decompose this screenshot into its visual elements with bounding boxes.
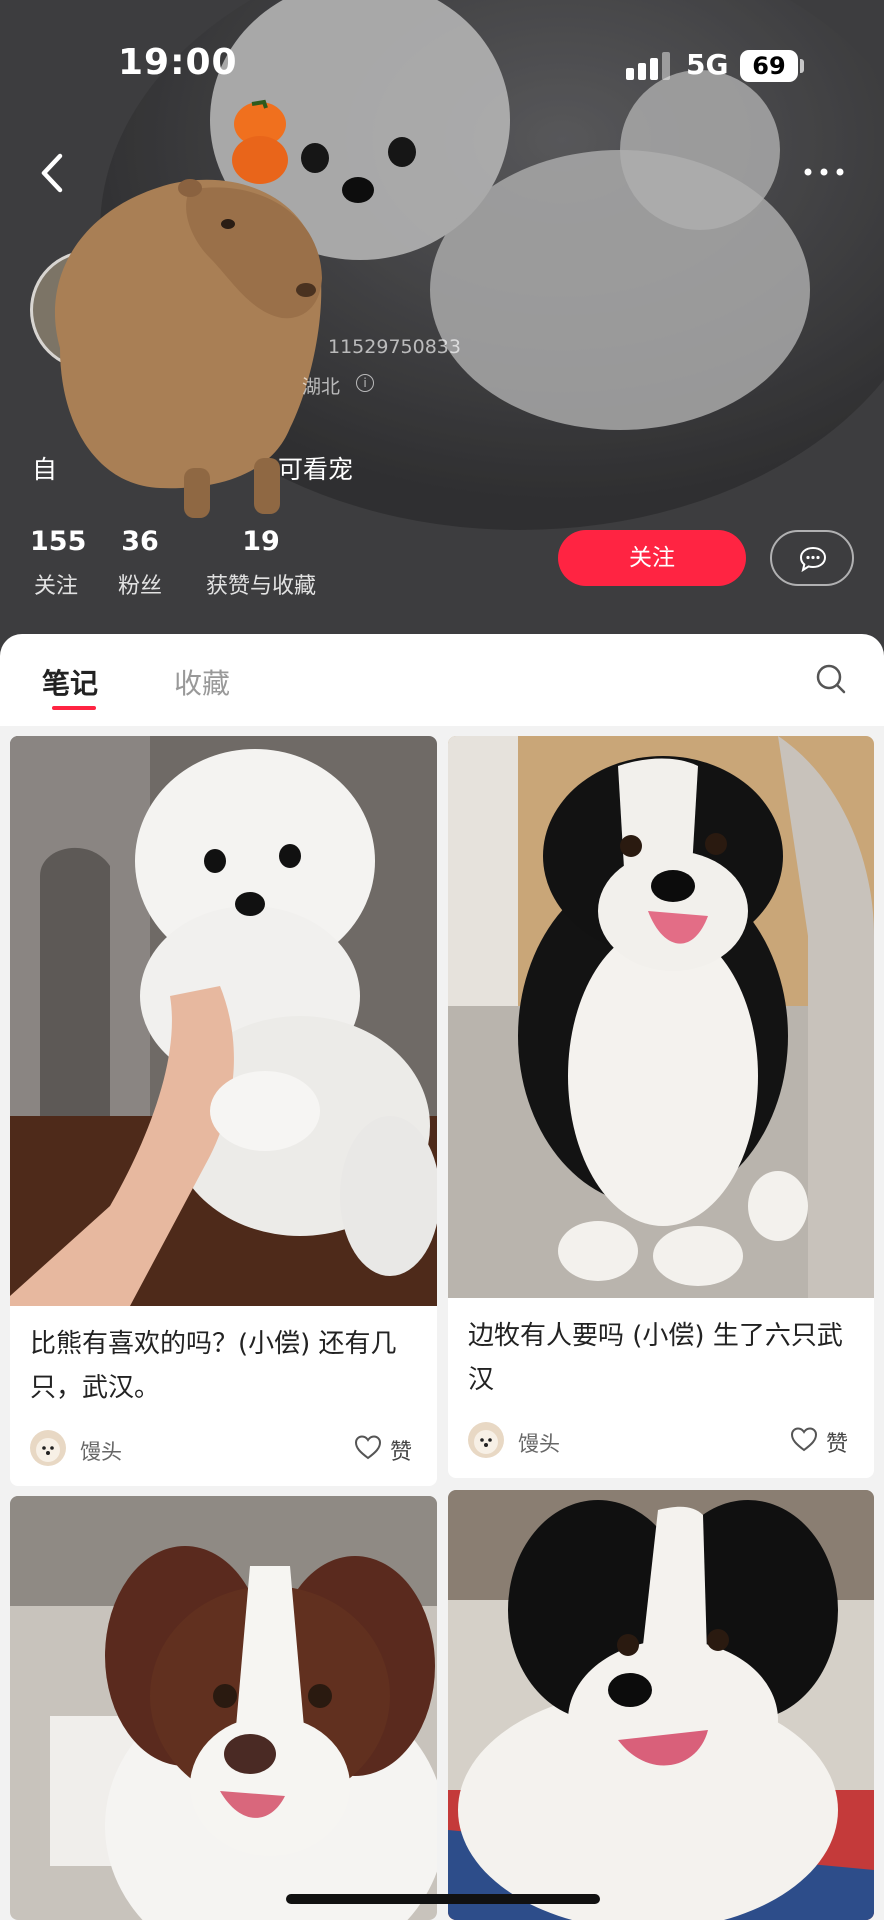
battery-indicator: 69 [740,50,798,82]
tab-favorites[interactable]: 收藏 [174,662,230,702]
status-time: 19:00 [118,42,238,83]
note-title: 边牧有人要吗 (小偿) 生了六只武汉 [468,1321,843,1395]
message-button[interactable] [770,530,854,586]
follow-button[interactable]: 关注 [558,530,746,586]
stat-likes-value: 19 [242,526,280,557]
note-cover-image [448,736,874,1298]
more-icon[interactable] [800,160,848,184]
stat-following-label: 关注 [33,574,78,599]
tab-bar: 笔记 收藏 [0,634,884,726]
note-cover-image [10,736,437,1306]
heart-icon[interactable] [354,1434,382,1460]
author-name: 馒头 [80,1440,122,1464]
feed-card[interactable] [10,1496,437,1920]
like-label[interactable]: 赞 [826,1426,848,1458]
signal-icon [626,52,670,80]
stat-following-value: 155 [30,526,87,557]
note-cover-image [10,1496,437,1920]
tab-notes[interactable]: 笔记 [42,662,98,702]
stat-following[interactable]: 155 关注 [30,526,87,600]
stat-likes-label: 获赞与收藏 [205,574,316,599]
stat-followers[interactable]: 36 粉丝 [114,526,166,600]
battery-tip [800,59,804,73]
chat-icon [799,546,827,573]
location-text: 湖北 [302,376,341,398]
stat-likes[interactable]: 19 获赞与收藏 [196,526,326,600]
author-avatar [468,1422,504,1458]
profile-header: 19:00 5G 69 11529750833 湖北 i 自 可看宠 155 关… [0,0,884,660]
like-label[interactable]: 赞 [390,1434,412,1466]
info-icon[interactable]: i [356,374,374,392]
note-title: 比熊有喜欢的吗？(小偿) 还有几只，武汉。 [30,1329,397,1403]
feed-card[interactable] [448,1490,874,1920]
stat-followers-label: 粉丝 [117,574,162,599]
feed-card[interactable]: 边牧有人要吗 (小偿) 生了六只武汉 馒头 赞 [448,736,874,1478]
bio-text-start: 自 [32,455,58,484]
home-indicator[interactable] [286,1894,600,1904]
network-type: 5G [686,48,729,81]
active-tab-indicator [52,706,96,710]
stat-followers-value: 36 [121,526,159,557]
user-id: 11529750833 [328,336,461,358]
note-cover-image [448,1490,874,1920]
author-avatar [30,1430,66,1466]
author-name: 馒头 [518,1432,560,1456]
search-icon[interactable] [814,662,848,696]
feed-card[interactable]: 比熊有喜欢的吗？(小偿) 还有几只，武汉。 馒头 赞 [10,736,437,1486]
heart-icon[interactable] [790,1426,818,1452]
bio-text-end: 可看宠 [278,455,354,484]
